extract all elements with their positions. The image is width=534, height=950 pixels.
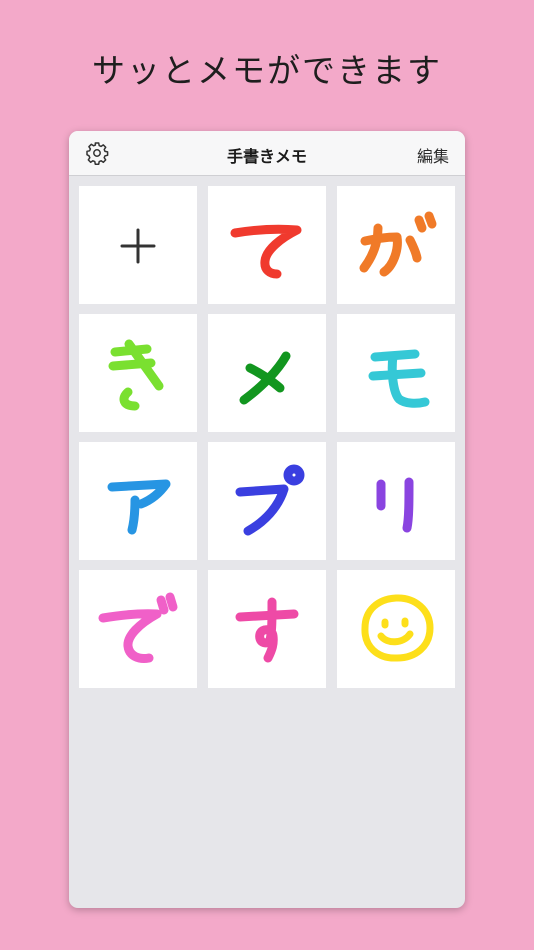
nav-title: 手書きメモ xyxy=(226,147,307,166)
memo-drawing-pu xyxy=(235,464,305,536)
memo-tile-pu[interactable] xyxy=(208,442,326,560)
memo-drawing-ga xyxy=(359,211,437,277)
add-memo-button[interactable] xyxy=(79,186,197,304)
memo-tile-a[interactable] xyxy=(79,442,197,560)
plus-icon xyxy=(120,228,156,264)
memo-drawing-ri xyxy=(376,477,414,533)
memo-drawing-a xyxy=(107,479,171,535)
memo-tile-smiley[interactable] xyxy=(337,570,455,688)
memo-tile-me[interactable] xyxy=(208,314,326,432)
memo-drawing-de xyxy=(98,592,178,663)
edit-button[interactable]: 編集 xyxy=(417,143,449,167)
memo-tile-te[interactable] xyxy=(208,186,326,304)
memo-tile-ri[interactable] xyxy=(337,442,455,560)
memo-drawing-ki xyxy=(108,339,164,411)
memo-tile-su[interactable] xyxy=(208,570,326,688)
app-window: 手書きメモ 編集 xyxy=(69,131,465,908)
memo-drawing-te xyxy=(230,224,302,279)
memo-drawing-me xyxy=(239,351,291,405)
memo-tile-ga[interactable] xyxy=(337,186,455,304)
headline: サッとメモができます xyxy=(92,51,442,90)
navigation-bar: 手書きメモ 編集 xyxy=(69,131,465,176)
memo-drawing-mo xyxy=(368,349,430,408)
smiley-face-icon xyxy=(361,594,434,662)
memo-tile-de[interactable] xyxy=(79,570,197,688)
memo-tile-mo[interactable] xyxy=(337,314,455,432)
memo-drawing-su xyxy=(235,597,299,663)
memo-tile-ki[interactable] xyxy=(79,314,197,432)
